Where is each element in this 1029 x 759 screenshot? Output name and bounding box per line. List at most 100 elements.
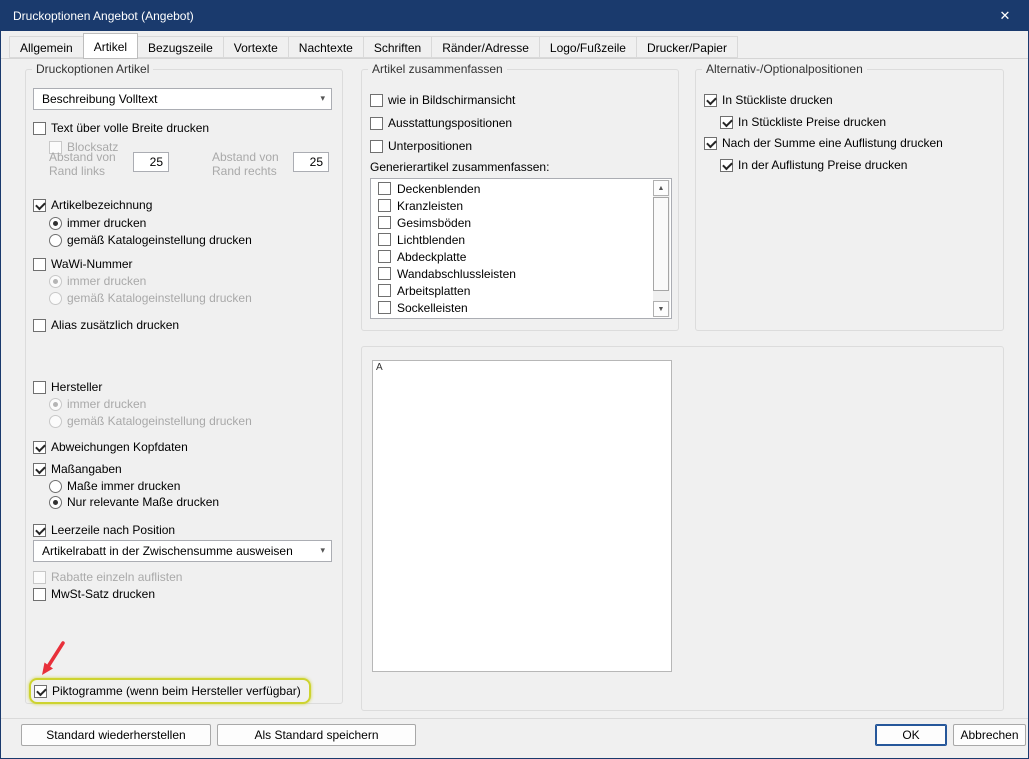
scroll-thumb[interactable] <box>653 197 669 291</box>
list-item-sockelleisten[interactable]: Sockelleisten <box>371 299 653 316</box>
radio-button[interactable] <box>49 480 62 493</box>
checkbox-box[interactable] <box>33 524 46 537</box>
checkbox-box[interactable] <box>378 301 391 314</box>
checkbox-bildschirmansicht[interactable]: wie in Bildschirmansicht <box>370 92 515 108</box>
radio-masse-immer[interactable]: Maße immer drucken <box>49 478 180 494</box>
checkbox-box[interactable] <box>720 116 733 129</box>
list-scrollbar[interactable]: ▲ ▼ <box>653 180 670 317</box>
list-item-arbeitsplatten[interactable]: Arbeitsplatten <box>371 282 653 299</box>
abstand-links-input[interactable] <box>133 152 169 172</box>
list-item-kranzleisten[interactable]: Kranzleisten <box>371 197 653 214</box>
tab-allgemein[interactable]: Allgemein <box>9 36 84 58</box>
checkbox-label: Alias zusätzlich drucken <box>51 318 179 332</box>
checkbox-hersteller[interactable]: Hersteller <box>33 379 102 395</box>
tab-raender-adresse[interactable]: Ränder/Adresse <box>431 36 540 58</box>
beschreibung-combo[interactable]: Beschreibung Volltext ▾ <box>33 88 332 110</box>
scroll-down-button[interactable]: ▼ <box>653 301 669 317</box>
checkbox-wawi-nummer[interactable]: WaWi-Nummer <box>33 256 133 272</box>
checkbox-box[interactable] <box>33 381 46 394</box>
checkbox-box[interactable] <box>370 140 383 153</box>
tab-drucker-papier[interactable]: Drucker/Papier <box>636 36 738 58</box>
standard-restore-button[interactable]: Standard wiederherstellen <box>21 724 211 746</box>
checkbox-text-volle-breite[interactable]: Text über volle Breite drucken <box>33 120 209 136</box>
checkbox-auflistung-preise[interactable]: In der Auflistung Preise drucken <box>720 157 907 173</box>
radio-hersteller-immer[interactable]: immer drucken <box>49 396 146 412</box>
artikelrabatt-combo[interactable]: Artikelrabatt in der Zwischensumme auswe… <box>33 540 332 562</box>
label-line: Rand links <box>49 164 116 178</box>
tab-nachtexte[interactable]: Nachtexte <box>288 36 364 58</box>
checkbox-auflistung[interactable]: Nach der Summe eine Auflistung drucken <box>704 135 943 151</box>
checkbox-box[interactable] <box>33 122 46 135</box>
tab-vortexte[interactable]: Vortexte <box>223 36 289 58</box>
standard-save-button[interactable]: Als Standard speichern <box>217 724 416 746</box>
radio-button[interactable] <box>49 234 62 247</box>
print-options-dialog: Druckoptionen Angebot (Angebot) ✕ Allgem… <box>0 0 1029 759</box>
tab-logo-fusszeile[interactable]: Logo/Fußzeile <box>539 36 637 58</box>
checkbox-box[interactable] <box>33 463 46 476</box>
checkbox-box[interactable] <box>33 258 46 271</box>
radio-label: immer drucken <box>67 216 146 230</box>
checkbox-box[interactable] <box>33 588 46 601</box>
checkbox-box[interactable] <box>720 159 733 172</box>
list-item-abdeckplatte[interactable]: Abdeckplatte <box>371 248 653 265</box>
radio-masse-relevante[interactable]: Nur relevante Maße drucken <box>49 494 219 510</box>
checkbox-abweichungen[interactable]: Abweichungen Kopfdaten <box>33 439 188 455</box>
radio-hersteller-katalog[interactable]: gemäß Katalogeinstellung drucken <box>49 413 252 429</box>
ok-button[interactable]: OK <box>875 724 947 746</box>
checkbox-box[interactable] <box>33 199 46 212</box>
radio-button[interactable] <box>49 496 62 509</box>
checkbox-box[interactable] <box>378 250 391 263</box>
radio-button[interactable] <box>49 398 62 411</box>
tab-artikel[interactable]: Artikel <box>83 33 138 59</box>
scroll-up-button[interactable]: ▲ <box>653 180 669 196</box>
tab-schriften[interactable]: Schriften <box>363 36 432 58</box>
radio-button[interactable] <box>49 415 62 428</box>
radio-wawi-katalog[interactable]: gemäß Katalogeinstellung drucken <box>49 290 252 306</box>
chevron-down-icon[interactable]: ▾ <box>320 93 325 104</box>
radio-button[interactable] <box>49 217 62 230</box>
checkbox-box[interactable] <box>370 117 383 130</box>
list-item-wandabschlussleisten[interactable]: Wandabschlussleisten <box>371 265 653 282</box>
checkbox-piktogramme[interactable]: Piktogramme (wenn beim Hersteller verfüg… <box>34 683 301 699</box>
abstand-rechts-input[interactable] <box>293 152 329 172</box>
checkbox-box[interactable] <box>33 319 46 332</box>
list-item-label: Deckenblenden <box>397 182 480 196</box>
checkbox-alias[interactable]: Alias zusätzlich drucken <box>33 317 179 333</box>
radio-wawi-immer[interactable]: immer drucken <box>49 273 146 289</box>
close-button[interactable]: ✕ <box>982 1 1028 31</box>
checkbox-box[interactable] <box>34 685 47 698</box>
tab-bezugszeile[interactable]: Bezugszeile <box>137 36 224 58</box>
checkbox-mwst[interactable]: MwSt-Satz drucken <box>33 586 155 602</box>
checkbox-label: Ausstattungspositionen <box>388 116 512 130</box>
checkbox-box[interactable] <box>378 233 391 246</box>
checkbox-unterpositionen[interactable]: Unterpositionen <box>370 138 472 154</box>
checkbox-stueckliste-preise[interactable]: In Stückliste Preise drucken <box>720 114 886 130</box>
label-line: Abstand von <box>49 150 116 164</box>
group-title-druckoptionen-artikel: Druckoptionen Artikel <box>32 62 153 76</box>
checkbox-stueckliste[interactable]: In Stückliste drucken <box>704 92 833 108</box>
radio-artikelbezeichnung-katalog[interactable]: gemäß Katalogeinstellung drucken <box>49 232 252 248</box>
radio-button[interactable] <box>49 292 62 305</box>
checkbox-rabatte-einzeln[interactable]: Rabatte einzeln auflisten <box>33 569 182 585</box>
checkbox-box[interactable] <box>33 441 46 454</box>
checkbox-box[interactable] <box>378 267 391 280</box>
checkbox-box[interactable] <box>378 284 391 297</box>
chevron-down-icon[interactable]: ▾ <box>320 545 325 556</box>
checkbox-box[interactable] <box>378 182 391 195</box>
checkbox-ausstattungspositionen[interactable]: Ausstattungspositionen <box>370 115 512 131</box>
checkbox-box[interactable] <box>378 199 391 212</box>
radio-artikelbezeichnung-immer[interactable]: immer drucken <box>49 215 146 231</box>
radio-button[interactable] <box>49 275 62 288</box>
checkbox-massangaben[interactable]: Maßangaben <box>33 461 122 477</box>
cancel-button[interactable]: Abbrechen <box>953 724 1026 746</box>
checkbox-artikelbezeichnung[interactable]: Artikelbezeichnung <box>33 197 152 213</box>
checkbox-box[interactable] <box>704 94 717 107</box>
list-item-gesimsboeden[interactable]: Gesimsböden <box>371 214 653 231</box>
list-item-deckenblenden[interactable]: Deckenblenden <box>371 180 653 197</box>
checkbox-box[interactable] <box>378 216 391 229</box>
checkbox-box[interactable] <box>370 94 383 107</box>
checkbox-box[interactable] <box>704 137 717 150</box>
checkbox-leerzeile[interactable]: Leerzeile nach Position <box>33 522 175 538</box>
list-item-lichtblenden[interactable]: Lichtblenden <box>371 231 653 248</box>
checkbox-box[interactable] <box>33 571 46 584</box>
